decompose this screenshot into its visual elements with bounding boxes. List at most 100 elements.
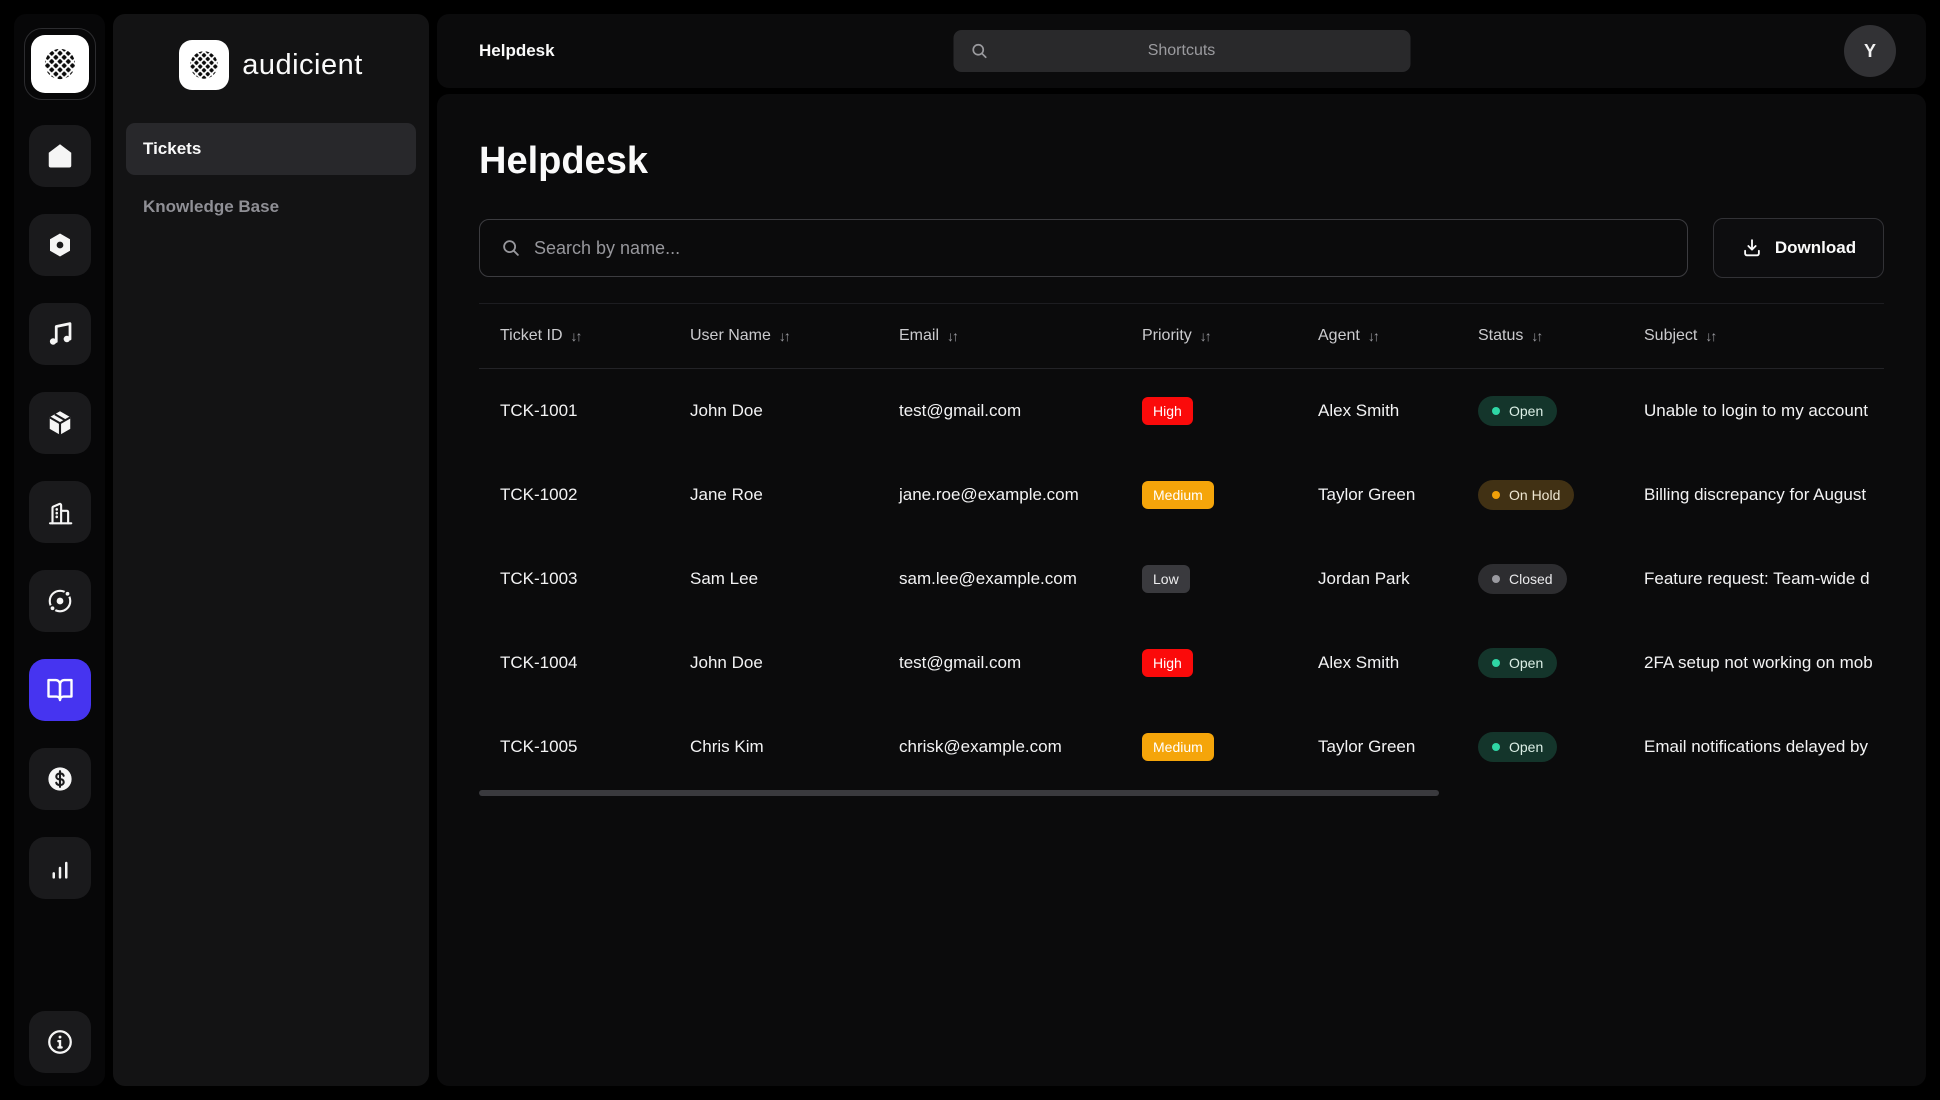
cell-subject: Email notifications delayed by [1644,737,1884,757]
cell-email: test@gmail.com [899,401,1142,421]
cell-user-name: Chris Kim [690,737,899,757]
column-header-ticket-id[interactable]: Ticket ID↓↑ [500,327,690,345]
rail-item-package[interactable] [29,392,91,454]
rail-item-book[interactable] [29,659,91,721]
sidebar-item-label: Knowledge Base [143,197,279,217]
sidebar-item-knowledge-base[interactable]: Knowledge Base [126,181,416,233]
status-label: Open [1509,655,1543,671]
cell-ticket-id: TCK-1005 [500,737,690,757]
rail-item-home[interactable] [29,125,91,187]
shortcuts-button[interactable]: Shortcuts [953,30,1410,72]
breadcrumb: Helpdesk [479,41,555,61]
audicient-logo-icon [179,40,229,90]
package-cube-icon [45,408,75,438]
hexagon-nut-icon [45,230,75,260]
sort-icon[interactable]: ↓↑ [947,328,957,344]
table-row[interactable]: TCK-1005 Chris Kim chrisk@example.com Me… [479,705,1884,789]
status-badge: Open [1478,396,1557,426]
search-icon [969,41,989,61]
icon-rail [14,14,105,1086]
cell-agent: Jordan Park [1318,569,1478,589]
column-header-agent[interactable]: Agent↓↑ [1318,327,1478,345]
column-header-email[interactable]: Email↓↑ [899,327,1142,345]
home-icon [45,141,75,171]
rail-item-dollar[interactable] [29,748,91,810]
status-badge: Closed [1478,564,1567,594]
status-label: Closed [1509,571,1553,587]
cell-agent: Taylor Green [1318,737,1478,757]
rail-nav [29,125,91,899]
download-label: Download [1775,238,1856,258]
rail-item-chart[interactable] [29,837,91,899]
cell-email: test@gmail.com [899,653,1142,673]
sidebar: audicient Tickets Knowledge Base [113,14,429,1086]
search-input[interactable] [534,238,1667,259]
status-dot-icon [1492,575,1500,583]
rail-item-music[interactable] [29,303,91,365]
workspace-logo-button[interactable] [24,28,96,100]
page-title: Helpdesk [479,140,1884,183]
status-dot-icon [1492,491,1500,499]
status-label: On Hold [1509,487,1560,503]
info-icon [45,1027,75,1057]
cell-agent: Alex Smith [1318,401,1478,421]
audicient-logo-icon [31,35,89,93]
sidebar-item-label: Tickets [143,139,201,159]
main-panel: Helpdesk Download Ticket ID↓↑User Name↓↑… [437,94,1926,1086]
avatar[interactable]: Y [1844,25,1896,77]
horizontal-scrollbar[interactable] [479,790,1439,796]
cell-email: chrisk@example.com [899,737,1142,757]
download-button[interactable]: Download [1713,218,1884,278]
table-body: TCK-1001 John Doe test@gmail.com High Al… [479,369,1884,789]
status-badge: Open [1478,648,1557,678]
rail-item-info[interactable] [29,1011,91,1073]
priority-badge: High [1142,649,1193,677]
search-field [479,219,1688,277]
topbar: Helpdesk Shortcuts Y [437,14,1926,88]
cell-ticket-id: TCK-1004 [500,653,690,673]
cell-subject: Billing discrepancy for August [1644,485,1884,505]
search-icon [500,237,522,259]
priority-badge: Low [1142,565,1190,593]
status-label: Open [1509,739,1543,755]
music-note-icon [45,319,75,349]
bar-chart-icon [45,853,75,883]
cell-agent: Taylor Green [1318,485,1478,505]
column-header-subject[interactable]: Subject↓↑ [1644,327,1884,345]
sidebar-item-tickets[interactable]: Tickets [126,123,416,175]
sort-icon[interactable]: ↓↑ [1531,328,1541,344]
rail-item-hexagon[interactable] [29,214,91,276]
column-header-user-name[interactable]: User Name↓↑ [690,327,899,345]
priority-badge: High [1142,397,1193,425]
book-open-icon [45,675,75,705]
column-header-status[interactable]: Status↓↑ [1478,327,1644,345]
sort-icon[interactable]: ↓↑ [571,328,581,344]
download-icon [1741,237,1763,259]
sort-icon[interactable]: ↓↑ [1368,328,1378,344]
status-dot-icon [1492,407,1500,415]
tickets-table: Ticket ID↓↑User Name↓↑Email↓↑Priority↓↑A… [479,303,1884,796]
column-header-priority[interactable]: Priority↓↑ [1142,327,1318,345]
priority-badge: Medium [1142,733,1214,761]
table-row[interactable]: TCK-1001 John Doe test@gmail.com High Al… [479,369,1884,453]
dollar-coin-icon [45,764,75,794]
orbit-icon [45,586,75,616]
cell-ticket-id: TCK-1002 [500,485,690,505]
table-row[interactable]: TCK-1002 Jane Roe jane.roe@example.com M… [479,453,1884,537]
cell-agent: Alex Smith [1318,653,1478,673]
sort-icon[interactable]: ↓↑ [779,328,789,344]
sidebar-nav: Tickets Knowledge Base [126,123,416,233]
rail-item-orbit[interactable] [29,570,91,632]
cell-email: sam.lee@example.com [899,569,1142,589]
priority-badge: Medium [1142,481,1214,509]
status-dot-icon [1492,743,1500,751]
table-row[interactable]: TCK-1004 John Doe test@gmail.com High Al… [479,621,1884,705]
table-row[interactable]: TCK-1003 Sam Lee sam.lee@example.com Low… [479,537,1884,621]
brand: audicient [126,39,416,91]
building-icon [45,497,75,527]
status-badge: Open [1478,732,1557,762]
sort-icon[interactable]: ↓↑ [1705,328,1715,344]
cell-subject: Unable to login to my account [1644,401,1884,421]
rail-item-building[interactable] [29,481,91,543]
sort-icon[interactable]: ↓↑ [1200,328,1210,344]
